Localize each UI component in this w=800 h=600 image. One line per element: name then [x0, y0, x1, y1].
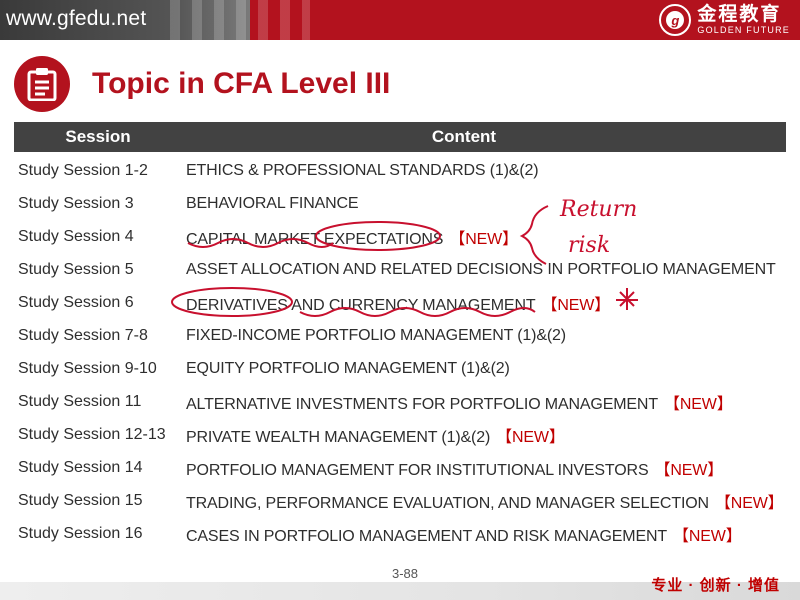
page-number: 3-88 [392, 566, 419, 581]
new-badge: 【NEW】 [673, 527, 742, 545]
session-cell: Study Session 14 [18, 458, 143, 476]
session-cell: Study Session 11 [18, 392, 142, 410]
table-body: Study Session 1-2 ETHICS & PROFESSIONAL … [14, 152, 786, 550]
session-cell: Study Session 15 [18, 491, 143, 509]
table-row: Study Session 4 CAPITAL MARKET EXPECTATI… [14, 220, 786, 253]
content-cell: EQUITY PORTFOLIO MANAGEMENT (1)&(2) [186, 360, 786, 378]
content-cell: PORTFOLIO MANAGEMENT FOR INSTITUTIONAL I… [186, 456, 786, 480]
page-title: Topic in CFA Level III [92, 67, 391, 100]
content-text: ETHICS & PROFESSIONAL STANDARDS (1)&(2) [186, 161, 539, 179]
new-badge: 【NEW】 [541, 296, 611, 314]
new-badge: 【NEW】 [654, 461, 724, 479]
site-url: www.gfedu.net [6, 7, 147, 30]
content-cell: ETHICS & PROFESSIONAL STANDARDS (1)&(2) [186, 162, 786, 180]
table-row: Study Session 11 ALTERNATIVE INVESTMENTS… [14, 385, 786, 418]
table-row: Study Session 14 PORTFOLIO MANAGEMENT FO… [14, 451, 786, 484]
session-cell: Study Session 6 [18, 293, 134, 311]
content-cell: ASSET ALLOCATION AND RELATED DECISIONS I… [186, 261, 786, 279]
brand-mark: g [666, 11, 685, 29]
content-text: CAPITAL MARKET EXPECTATIONS [186, 230, 444, 248]
content-text: PORTFOLIO MANAGEMENT FOR INSTITUTIONAL I… [186, 461, 649, 479]
brand-name-en: GOLDEN FUTURE [697, 25, 790, 35]
topic-table: Session Content Study Session 1-2 ETHICS… [14, 122, 786, 550]
content-cell: BEHAVIORAL FINANCE [186, 195, 786, 213]
content-text: DERIVATIVES AND CURRENCY MANAGEMENT [186, 296, 536, 314]
table-row: Study Session 7-8 FIXED-INCOME PORTFOLIO… [14, 319, 786, 352]
session-cell: Study Session 12-13 [18, 425, 166, 443]
content-text: BEHAVIORAL FINANCE [186, 194, 359, 212]
seal-logo-icon: g [659, 4, 692, 36]
brand-name-cn: 金程教育 [697, 4, 782, 25]
table-row: Study Session 1-2 ETHICS & PROFESSIONAL … [14, 154, 786, 187]
clipboard-icon [14, 56, 70, 112]
table-row: Study Session 15 TRADING, PERFORMANCE EV… [14, 484, 786, 517]
content-text: ALTERNATIVE INVESTMENTS FOR PORTFOLIO MA… [186, 395, 658, 413]
content-cell: ALTERNATIVE INVESTMENTS FOR PORTFOLIO MA… [186, 390, 786, 414]
footer-slogan: 专业 · 创新 · 增值 [651, 577, 780, 594]
content-cell: DERIVATIVES AND CURRENCY MANAGEMENT 【NEW】 [186, 291, 786, 315]
content-cell: FIXED-INCOME PORTFOLIO MANAGEMENT (1)&(2… [186, 327, 786, 345]
content-cell: CASES IN PORTFOLIO MANAGEMENT AND RISK M… [186, 522, 786, 546]
new-badge: 【NEW】 [449, 230, 518, 248]
content-text: TRADING, PERFORMANCE EVALUATION, AND MAN… [186, 494, 709, 512]
header-content: Content [431, 127, 497, 146]
table-row: Study Session 5 ASSET ALLOCATION AND REL… [14, 253, 786, 286]
header-session: Session [65, 127, 131, 146]
brand-logo: g 金程教育 GOLDEN FUTURE [659, 3, 790, 37]
content-cell: TRADING, PERFORMANCE EVALUATION, AND MAN… [186, 489, 786, 513]
content-cell: CAPITAL MARKET EXPECTATIONS 【NEW】 [186, 225, 786, 249]
new-badge: 【NEW】 [496, 428, 565, 446]
table-row: Study Session 3 BEHAVIORAL FINANCE [14, 187, 786, 220]
new-badge: 【NEW】 [663, 395, 733, 413]
table-row: Study Session 9-10 EQUITY PORTFOLIO MANA… [14, 352, 786, 385]
content-text: CASES IN PORTFOLIO MANAGEMENT AND RISK M… [186, 527, 668, 545]
content-text: FIXED-INCOME PORTFOLIO MANAGEMENT (1)&(2… [186, 326, 566, 344]
content-text: EQUITY PORTFOLIO MANAGEMENT (1)&(2) [186, 359, 510, 377]
session-cell: Study Session 4 [18, 227, 134, 245]
header-bar: www.gfedu.net g 金程教育 GOLDEN FUTURE [0, 0, 800, 40]
table-header: Session Content [14, 122, 786, 152]
session-cell: Study Session 7-8 [18, 326, 148, 344]
session-cell: Study Session 3 [18, 194, 134, 212]
content-text: PRIVATE WEALTH MANAGEMENT (1)&(2) [186, 428, 491, 446]
content-cell: PRIVATE WEALTH MANAGEMENT (1)&(2) 【NEW】 [186, 423, 786, 447]
new-badge: 【NEW】 [714, 494, 784, 512]
session-cell: Study Session 5 [18, 260, 134, 278]
table-row: Study Session 6 DERIVATIVES AND CURRENCY… [14, 286, 786, 319]
session-cell: Study Session 9-10 [18, 359, 157, 377]
brand-text: 金程教育 GOLDEN FUTURE [697, 5, 790, 35]
session-cell: Study Session 1-2 [18, 161, 148, 179]
header-stripes [170, 0, 310, 40]
table-row: Study Session 16 CASES IN PORTFOLIO MANA… [14, 517, 786, 550]
session-cell: Study Session 16 [18, 524, 143, 542]
table-row: Study Session 12-13 PRIVATE WEALTH MANAG… [14, 418, 786, 451]
content-text: ASSET ALLOCATION AND RELATED DECISIONS I… [186, 260, 776, 278]
